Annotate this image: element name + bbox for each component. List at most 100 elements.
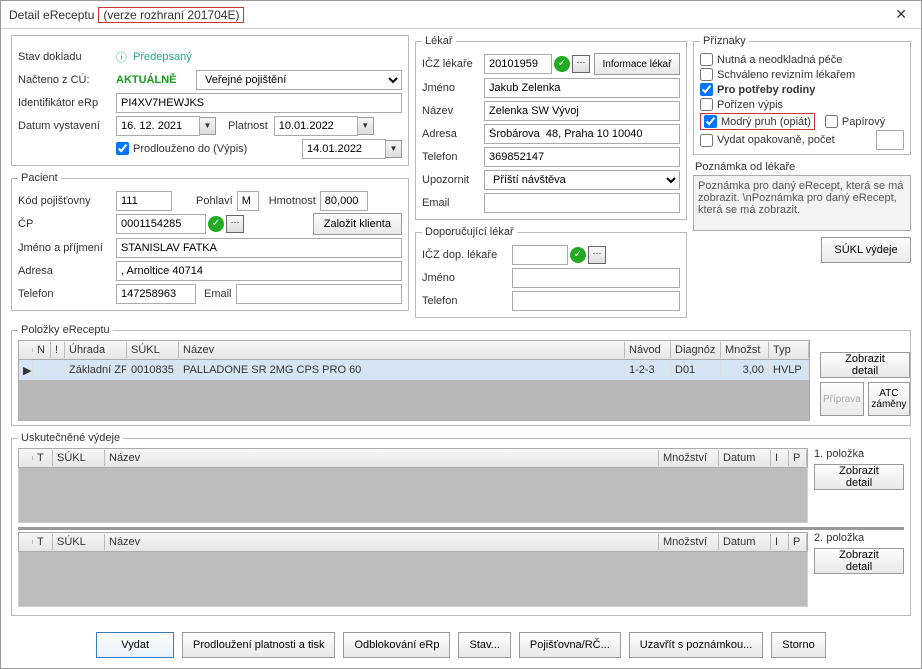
vydeje2-header: T SÚKL Název Množství Datum I P xyxy=(18,532,808,552)
kod-label: Kód pojišťovny xyxy=(18,195,116,207)
chk-modry[interactable]: Modrý pruh (opiát) xyxy=(704,115,811,128)
cp-label: ČP xyxy=(18,218,116,230)
lekar-group: Lékař IČZ lékaře ✓ ⋯ Informace lékař Jmé… xyxy=(415,35,687,220)
polozky-header: N ! Úhrada SÚKL Název Návod Diagnóz Množ… xyxy=(18,340,810,360)
hmot-label: Hmotnost xyxy=(269,195,316,207)
id-label: Identifikátor eRp xyxy=(18,97,116,109)
kod-field[interactable] xyxy=(116,191,172,211)
datum-field xyxy=(116,116,200,136)
priznaky-group: Příznaky Nutná a neodkladná péče Schvále… xyxy=(693,35,911,155)
adresa-l-field xyxy=(484,124,680,144)
vydeje1-detail-button[interactable]: Zobrazit detail xyxy=(814,464,904,490)
odblok-button[interactable]: Odblokování eRp xyxy=(343,632,450,658)
datum-label: Datum vystavení xyxy=(18,120,116,132)
pohlavi-field[interactable] xyxy=(237,191,259,211)
zalozit-button[interactable]: Založit klienta xyxy=(313,213,402,235)
check-icon: ✓ xyxy=(208,216,224,232)
nazev-l-label: Název xyxy=(422,105,484,117)
pohlavi-label: Pohlaví xyxy=(196,195,233,207)
lekar-legend: Lékař xyxy=(422,35,456,47)
jmeno-l-field xyxy=(484,78,680,98)
vydeje1-header: T SÚKL Název Množství Datum I P xyxy=(18,448,808,468)
check-icon: ✓ xyxy=(570,247,586,263)
id-field xyxy=(116,93,402,113)
dop-jmeno-field xyxy=(512,268,680,288)
uzavrit-button[interactable]: Uzavřít s poznámkou... xyxy=(629,632,764,658)
platnost-field[interactable] xyxy=(274,116,358,136)
dop-legend: Doporučující lékař xyxy=(422,226,517,238)
pojist-button[interactable]: Pojišťovna/RČ... xyxy=(519,632,621,658)
vydeje2-detail-button[interactable]: Zobrazit detail xyxy=(814,548,904,574)
more-icon[interactable]: ⋯ xyxy=(588,246,606,264)
note-box: Poznámka pro daný eRecept, která se má z… xyxy=(693,175,911,231)
titlebar: Detail eReceptu (verze rozhraní 201704E)… xyxy=(1,1,921,29)
info-lekar-button[interactable]: Informace lékař xyxy=(594,53,680,75)
vydat-button[interactable]: Vydat xyxy=(96,632,174,658)
more-icon[interactable]: ⋯ xyxy=(226,215,244,233)
vydeje-group: Uskutečněné výdeje T SÚKL Název Množství… xyxy=(11,432,911,616)
version-badge: (verze rozhraní 201704E) xyxy=(98,7,244,23)
tel-l-field xyxy=(484,147,680,167)
chk-schval[interactable]: Schváleno revizním lékařem xyxy=(700,68,904,81)
upoz-select[interactable]: Příští návštěva xyxy=(484,170,680,190)
dop-group: Doporučující lékař IČZ dop. lékaře✓⋯ Jmé… xyxy=(415,226,687,318)
check-icon: ✓ xyxy=(554,56,570,72)
email-p-label: Email xyxy=(204,288,232,300)
polozky-group: Položky eReceptu N ! Úhrada SÚKL Název N… xyxy=(11,324,911,426)
storno-button[interactable]: Storno xyxy=(771,632,825,658)
nazev-l-field xyxy=(484,101,680,121)
more-icon[interactable]: ⋯ xyxy=(572,55,590,73)
nacteno-value: AKTUÁLNĚ xyxy=(116,74,196,86)
pacient-group: Pacient Kód pojišťovny Pohlaví Hmotnost … xyxy=(11,172,409,311)
prodlouzeno-checkbox[interactable]: Prodlouženo do (Výpis) xyxy=(116,142,247,155)
chk-papir[interactable]: Papírový xyxy=(825,115,885,128)
chevron-down-icon[interactable]: ▼ xyxy=(358,117,374,135)
stav-label: Stav dokladu xyxy=(18,51,116,63)
polozky-legend: Položky eReceptu xyxy=(18,324,113,336)
prodlouzeno-field[interactable] xyxy=(302,139,386,159)
priznaky-legend: Příznaky xyxy=(700,35,749,47)
stav-group: Stav dokladu ⓘ Předepsaný Načteno z CÚ: … xyxy=(11,35,409,166)
vydeje-legend: Uskutečněné výdeje xyxy=(18,432,123,444)
jmeno-l-label: Jméno xyxy=(422,82,484,94)
prodlouz-button[interactable]: Prodloužení platnosti a tisk xyxy=(182,632,335,658)
chk-nutna[interactable]: Nutná a neodkladná péče xyxy=(700,53,904,66)
chevron-down-icon[interactable]: ▼ xyxy=(386,140,402,158)
priprava-button: Příprava xyxy=(820,382,864,416)
email-p-field[interactable] xyxy=(236,284,402,304)
pacient-legend: Pacient xyxy=(18,172,61,184)
pojisteni-select[interactable]: Veřejné pojištění xyxy=(196,70,402,90)
pol1-label: 1. položka xyxy=(814,448,904,460)
email-l-field xyxy=(484,193,680,213)
opak-count-field[interactable] xyxy=(876,130,904,150)
icz-label: IČZ lékaře xyxy=(422,58,484,70)
hmot-field[interactable] xyxy=(320,191,368,211)
dop-icz-field[interactable] xyxy=(512,245,568,265)
chk-rodina[interactable]: Pro potřeby rodiny xyxy=(700,83,904,96)
jmeno-p-field[interactable] xyxy=(116,238,402,258)
close-icon[interactable]: ✕ xyxy=(889,4,913,25)
pol2-label: 2. položka xyxy=(814,532,904,544)
stav-value: Předepsaný xyxy=(133,51,192,63)
info-icon: ⓘ xyxy=(116,49,127,65)
platnost-label: Platnost xyxy=(228,120,268,132)
chevron-down-icon[interactable]: ▼ xyxy=(200,117,216,135)
nacteno-label: Načteno z CÚ: xyxy=(18,74,116,86)
polozky-detail-button[interactable]: Zobrazit detail xyxy=(820,352,910,378)
sukl-vydeje-button[interactable]: SÚKL výdeje xyxy=(821,237,911,263)
stav-button[interactable]: Stav... xyxy=(458,632,510,658)
atc-button[interactable]: ATC záměny xyxy=(868,382,910,416)
icz-field[interactable] xyxy=(484,54,552,74)
polozky-row[interactable]: ▶ Základní ZP 0010835 PALLADONE SR 2MG C… xyxy=(19,360,809,380)
tel-p-field[interactable] xyxy=(116,284,196,304)
email-l-label: Email xyxy=(422,197,484,209)
tel-p-label: Telefon xyxy=(18,288,116,300)
upoz-label: Upozornit xyxy=(422,174,484,186)
chk-opak[interactable]: Vydat opakovaně, počet xyxy=(700,134,835,147)
note-label: Poznámka od lékaře xyxy=(695,161,909,173)
dop-icz-label: IČZ dop. lékaře xyxy=(422,249,512,261)
chk-vypis[interactable]: Pořízen výpis xyxy=(700,98,904,111)
adresa-p-field[interactable] xyxy=(116,261,402,281)
modry-pruh-box: Modrý pruh (opiát) xyxy=(700,113,815,130)
cp-field[interactable] xyxy=(116,214,206,234)
